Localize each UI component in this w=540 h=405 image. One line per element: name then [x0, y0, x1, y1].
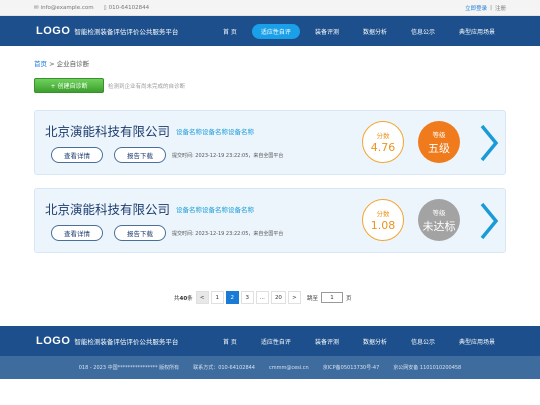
nav-item-home[interactable]: 首 页: [214, 24, 246, 39]
view-details-button[interactable]: 查看详情: [51, 147, 103, 163]
footer-nav-self-assessment[interactable]: 适应性自评: [252, 334, 300, 349]
footer-nav-home[interactable]: 首 页: [214, 334, 246, 349]
equipment-name: 设备名称设备名称设备名称: [176, 128, 254, 136]
footer-menu: 首 页 适应性自评 装备评测 数据分析 信息公示 典型应用场景: [208, 334, 504, 349]
jump-suffix: 页: [345, 295, 352, 302]
diagnosis-card: 北京演能科技有限公司 设备名称设备名称设备名称 查看详情 报告下载 提交时间: …: [34, 188, 506, 253]
footer-nav-info-disclosure[interactable]: 信息公示: [402, 334, 444, 349]
total-suffix: 条: [187, 295, 193, 302]
page-jump-input[interactable]: 1: [320, 292, 343, 303]
page-button[interactable]: 1: [210, 291, 224, 304]
icp-record[interactable]: 京ICP备05013730号-47: [323, 364, 380, 371]
footer-logo[interactable]: LOGO: [36, 335, 70, 347]
footer-nav-data-analysis[interactable]: 数据分析: [354, 334, 396, 349]
pagination: 共40条 < 1 2 3 ... 20 > 跳至 1 页: [174, 291, 351, 304]
pending-diagnosis-hint: 检测到企业有尚未完成的自诊断: [108, 83, 186, 90]
page-ellipsis[interactable]: ...: [255, 291, 269, 304]
top-utility-bar: ✉ info@example.com ▯ 010-64102844 立即登录 | 注…: [0, 0, 540, 16]
nav-item-info-disclosure[interactable]: 信息公示: [402, 24, 444, 39]
footer-info-bar: 018 - 2023 中国**************** 版权所有 联系方式：…: [0, 356, 540, 379]
login-register-separator: |: [490, 4, 492, 11]
page-button[interactable]: 20: [270, 291, 286, 304]
diagnosis-card: 北京演能科技有限公司 设备名称设备名称设备名称 查看详情 报告下载 提交时间: …: [34, 110, 506, 175]
chevron-right-icon[interactable]: [478, 201, 500, 241]
copyright-text: 018 - 2023 中国**************** 版权所有: [78, 365, 180, 371]
prev-page-button[interactable]: <: [195, 291, 209, 304]
score-circle: 分数 4.76: [362, 121, 404, 163]
score-label: 分数: [376, 132, 390, 140]
submit-info: 提交时间: 2023-12-19 23:22:05，来自全国平台: [172, 153, 284, 159]
breadcrumb-separator: >: [49, 60, 55, 68]
page-jump: 跳至 1 页: [306, 292, 352, 303]
grade-value: 五级: [428, 141, 450, 155]
grade-label: 等级: [432, 130, 446, 139]
score-label: 分数: [376, 210, 390, 218]
create-diagnosis-button[interactable]: + 创建自诊断: [34, 78, 104, 93]
breadcrumb-current: 企业自诊断: [56, 60, 90, 68]
nav-item-equipment-eval[interactable]: 装备评测: [306, 24, 348, 39]
download-report-button[interactable]: 报告下载: [114, 225, 166, 241]
register-link[interactable]: 注册: [495, 4, 506, 12]
submit-info: 提交时间: 2023-12-19 23:22:05，来自全国平台: [172, 231, 284, 237]
equipment-name: 设备名称设备名称设备名称: [176, 206, 254, 214]
site-name: 智能检测装备评估评价公共服务平台: [74, 28, 179, 36]
breadcrumb-home[interactable]: 首页: [34, 60, 47, 68]
action-row: + 创建自诊断 检测到企业有尚未完成的自诊断: [34, 78, 540, 93]
company-name: 北京演能科技有限公司: [45, 124, 171, 139]
footer-nav-typical-scenarios[interactable]: 典型应用场景: [450, 334, 504, 349]
grade-label: 等级: [432, 208, 446, 217]
login-link[interactable]: 立即登录: [465, 4, 487, 12]
score-value: 4.76: [370, 141, 396, 154]
footer-email: cmmm@cesi.cn: [269, 364, 309, 371]
next-page-button[interactable]: >: [287, 291, 301, 304]
jump-prefix: 跳至: [306, 295, 318, 302]
phone-contact: ▯ 010-64102844: [104, 5, 150, 11]
nav-item-typical-scenarios[interactable]: 典型应用场景: [450, 24, 504, 39]
download-report-button[interactable]: 报告下载: [114, 147, 166, 163]
site-logo[interactable]: LOGO: [36, 25, 70, 37]
phone-icon: ▯: [103, 4, 107, 11]
pagination-total: 共40条: [174, 294, 193, 302]
grade-circle: 等级 未达标: [418, 199, 460, 241]
grade-circle: 等级 五级: [418, 121, 460, 163]
footer-site-name: 智能检测装备评估评价公共服务平台: [74, 338, 179, 346]
nav-item-data-analysis[interactable]: 数据分析: [354, 24, 396, 39]
company-name: 北京演能科技有限公司: [45, 202, 171, 217]
contact-text: 联系方式：010-64102844: [193, 365, 255, 371]
grade-value: 未达标: [422, 219, 456, 233]
nav-item-self-assessment[interactable]: 适应性自评: [251, 23, 300, 39]
score-circle: 分数 1.08: [362, 199, 404, 241]
email-text: info@example.com: [40, 4, 94, 11]
breadcrumb: 首页 > 企业自诊断: [34, 58, 540, 68]
email-contact: ✉ info@example.com: [34, 5, 94, 11]
phone-text: 010-64102844: [108, 4, 150, 11]
score-value: 1.08: [370, 219, 396, 232]
chevron-right-icon[interactable]: [478, 123, 500, 163]
mail-icon: ✉: [34, 4, 39, 11]
page-button[interactable]: 3: [240, 291, 254, 304]
page-button-current[interactable]: 2: [225, 291, 239, 304]
footer-navbar: LOGO 智能检测装备评估评价公共服务平台 首 页 适应性自评 装备评测 数据分…: [0, 326, 540, 356]
main-navbar: LOGO 智能检测装备评估评价公共服务平台 首 页 适应性自评 装备评测 数据分…: [0, 16, 540, 46]
view-details-button[interactable]: 查看详情: [51, 225, 103, 241]
police-record[interactable]: 京公网安备 1101010200458: [393, 364, 461, 371]
footer-nav-equipment-eval[interactable]: 装备评测: [306, 334, 348, 349]
nav-menu: 首 页 适应性自评 装备评测 数据分析 信息公示 典型应用场景: [208, 23, 504, 39]
